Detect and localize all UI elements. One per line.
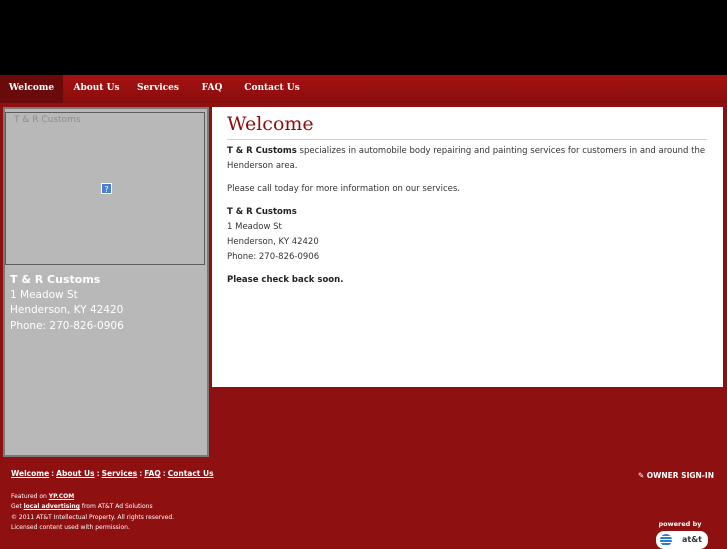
title-divider <box>227 139 707 140</box>
call-text: Please call today for more information o… <box>227 184 460 194</box>
att-logo[interactable]: at&t <box>656 531 708 549</box>
phone-number: Phone: 270-826-0906 <box>10 319 124 332</box>
owner-signin-link[interactable]: ✎ OWNER SIGN-IN <box>638 471 714 480</box>
intro-paragraph: T & R Customs specializes in automobile … <box>227 144 712 174</box>
tab-welcome[interactable]: Welcome <box>0 75 63 103</box>
footer-link-faq[interactable]: FAQ <box>144 469 160 478</box>
contact-name: T & R Customs <box>227 207 297 217</box>
address-line-2: Henderson, KY 42420 <box>10 304 124 316</box>
yp-link[interactable]: YP.COM <box>49 493 74 500</box>
featured-prefix: Featured on <box>11 493 49 500</box>
map-alt-text: T & R Customs <box>14 115 81 125</box>
contact-address-2: Henderson, KY 42420 <box>227 237 319 247</box>
tab-faq[interactable]: FAQ <box>186 75 238 103</box>
get-prefix: Get <box>11 503 24 511</box>
check-back-text: Please check back soon. <box>227 275 344 285</box>
tab-about-us[interactable]: About Us <box>63 75 130 103</box>
footer-separator: : <box>96 469 100 478</box>
copyright-text: © 2011 AT&T Intellectual Property. All r… <box>11 513 175 521</box>
att-logo-text: at&t <box>681 535 702 544</box>
powered-by-label: powered by <box>658 520 702 528</box>
sidebar-contact: T & R Customs 1 Meadow St Henderson, KY … <box>10 272 124 334</box>
map-image: T & R Customs ? <box>5 112 205 265</box>
footer-link-about-us[interactable]: About Us <box>56 469 94 478</box>
contact-phone: Phone: 270-826-0906 <box>227 252 320 262</box>
header-band <box>0 0 727 75</box>
intro-business-name: T & R Customs <box>227 146 297 156</box>
business-name: T & R Customs <box>10 273 101 286</box>
footer-link-welcome[interactable]: Welcome <box>11 469 49 478</box>
pencil-icon: ✎ <box>637 471 645 480</box>
intro-text: specializes in automobile body repairing… <box>227 146 706 171</box>
owner-signin-label: OWNER SIGN-IN <box>646 471 714 480</box>
footer-nav: Welcome: About Us: Services: FAQ: Contact Us <box>11 469 214 478</box>
contact-address-1: 1 Meadow St <box>227 222 282 232</box>
broken-image-icon: ? <box>101 183 112 194</box>
contact-block: T & R Customs 1 Meadow St Henderson, KY … <box>227 205 712 265</box>
main-nav: Welcome About Us Services FAQ Contact Us <box>0 75 727 103</box>
tab-contact-us[interactable]: Contact Us <box>238 75 306 103</box>
get-suffix: from AT&T Ad Solutions <box>79 503 153 511</box>
license-text: Licensed content used with permission. <box>11 524 130 532</box>
footer-separator: : <box>139 469 143 478</box>
page-title: Welcome <box>227 113 314 135</box>
footer-fineprint: Featured on YP.COM Get local advertising… <box>11 492 174 534</box>
att-globe-icon <box>660 534 672 546</box>
content-panel: Welcome T & R Customs specializes in aut… <box>212 107 723 387</box>
local-advertising-link[interactable]: local advertising <box>24 503 80 510</box>
footer-separator: : <box>162 469 166 478</box>
footer-link-contact-us[interactable]: Contact Us <box>168 469 214 478</box>
footer-separator: : <box>51 469 55 478</box>
tab-services[interactable]: Services <box>130 75 186 103</box>
address-line-1: 1 Meadow St <box>10 288 78 301</box>
footer-link-services[interactable]: Services <box>102 469 138 478</box>
